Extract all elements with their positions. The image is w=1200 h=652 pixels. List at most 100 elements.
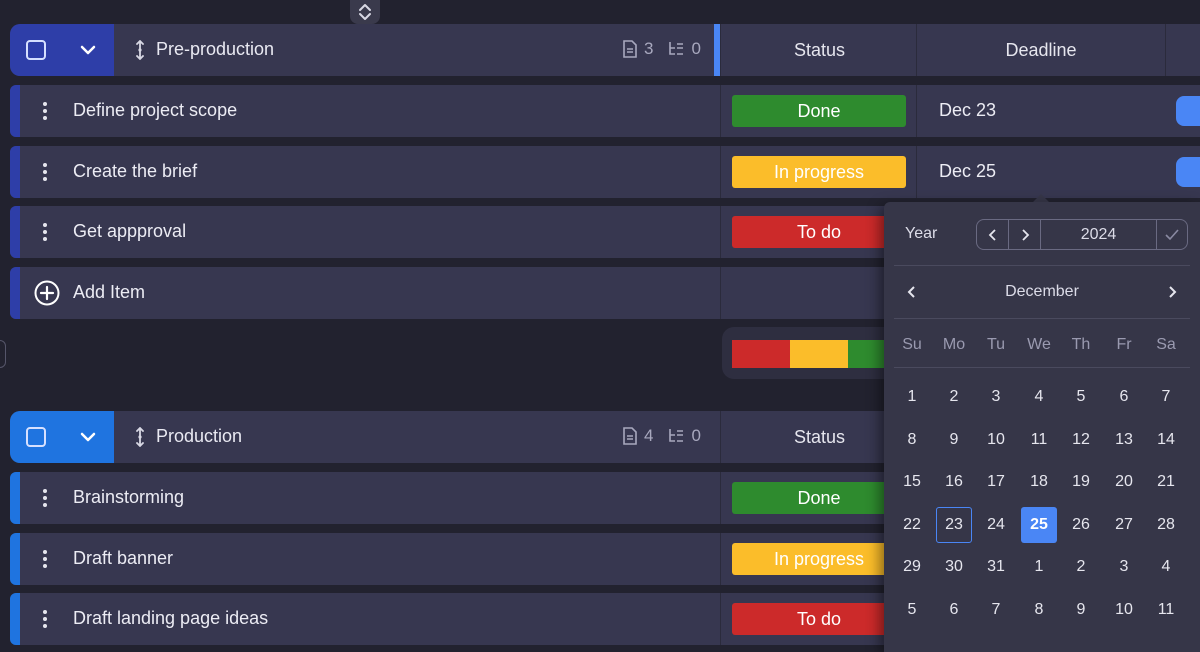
status-cell[interactable]: In progress: [720, 146, 918, 198]
deadline-cell[interactable]: Dec 25: [916, 146, 1166, 198]
calendar-day[interactable]: 12: [1063, 422, 1099, 458]
status-cell[interactable]: Done: [720, 85, 918, 137]
prev-year-button[interactable]: [977, 220, 1009, 249]
group-title[interactable]: Pre-production: [156, 39, 274, 60]
kebab-menu-icon[interactable]: [42, 222, 48, 242]
calendar-day[interactable]: 18: [1021, 464, 1057, 500]
calendar-day[interactable]: 26: [1063, 507, 1099, 543]
calendar-day[interactable]: 11: [1148, 592, 1184, 628]
calendar-day[interactable]: 5: [894, 592, 930, 628]
calendar-day[interactable]: 9: [1063, 592, 1099, 628]
calendar-day[interactable]: 30: [936, 549, 972, 585]
next-column-tab[interactable]: [1176, 96, 1200, 126]
calendar-day[interactable]: 21: [1148, 464, 1184, 500]
calendar-day[interactable]: 28: [1148, 507, 1184, 543]
calendar-day[interactable]: 17: [978, 464, 1014, 500]
group-select-checkbox[interactable]: [26, 40, 46, 60]
calendar-day[interactable]: 25: [1021, 507, 1057, 543]
month-title: December: [1005, 283, 1079, 300]
item-name[interactable]: Draft banner: [73, 548, 173, 569]
calendar-day[interactable]: 19: [1063, 464, 1099, 500]
plus-circle-icon[interactable]: [34, 280, 60, 306]
calendar-day[interactable]: 1: [894, 379, 930, 415]
deadline-cell[interactable]: Dec 23: [916, 85, 1166, 137]
next-year-button[interactable]: [1009, 220, 1041, 249]
calendar-day[interactable]: 7: [1148, 379, 1184, 415]
item-name[interactable]: Define project scope: [73, 100, 237, 121]
status-column-header[interactable]: Status: [720, 24, 918, 76]
weekday-label: Fr: [1116, 336, 1132, 353]
calendar-day[interactable]: 9: [936, 422, 972, 458]
calendar-day[interactable]: 3: [1106, 549, 1142, 585]
calendar-day[interactable]: 3: [978, 379, 1014, 415]
item-name[interactable]: Create the brief: [73, 161, 197, 182]
calendar-day[interactable]: 20: [1106, 464, 1142, 500]
weekday-label: Tu: [986, 336, 1006, 353]
side-handle[interactable]: [0, 340, 6, 368]
calendar-day[interactable]: 7: [978, 592, 1014, 628]
group-select-checkbox[interactable]: [26, 427, 46, 447]
confirm-year-button[interactable]: [1157, 220, 1187, 249]
group-counts: 3 0: [622, 39, 701, 59]
year-input[interactable]: 2024: [1041, 220, 1157, 249]
calendar-day[interactable]: 27: [1106, 507, 1142, 543]
calendar-day[interactable]: 16: [936, 464, 972, 500]
calendar-day[interactable]: 14: [1148, 422, 1184, 458]
weekday-label: Th: [1071, 336, 1091, 353]
status-badge[interactable]: To do: [732, 216, 906, 248]
calendar-day[interactable]: 2: [1063, 549, 1099, 585]
item-name[interactable]: Brainstorming: [73, 487, 184, 508]
chevron-down-icon[interactable]: [76, 38, 100, 62]
calendar-day[interactable]: 15: [894, 464, 930, 500]
drag-handle-icon[interactable]: [134, 40, 146, 60]
status-badge[interactable]: Done: [732, 95, 906, 127]
deadline-column-header[interactable]: Deadline: [916, 24, 1166, 76]
kebab-menu-icon[interactable]: [42, 549, 48, 569]
add-item-label[interactable]: Add Item: [73, 282, 145, 303]
calendar-day[interactable]: 4: [1021, 379, 1057, 415]
group-header-pre-production: Pre-production 3 0 Status Deadline: [10, 24, 1200, 76]
expand-collapse-all-button[interactable]: [350, 0, 380, 24]
calendar-day[interactable]: 8: [894, 422, 930, 458]
chevron-right-icon[interactable]: [1164, 282, 1180, 302]
kebab-menu-icon[interactable]: [42, 162, 48, 182]
calendar-day[interactable]: 31: [978, 549, 1014, 585]
calendar-day[interactable]: 23: [936, 507, 972, 543]
kebab-menu-icon[interactable]: [42, 488, 48, 508]
status-badge[interactable]: To do: [732, 603, 906, 635]
group-title[interactable]: Production: [156, 426, 242, 447]
table-row[interactable]: Define project scope Done Dec 23: [10, 85, 1200, 137]
calendar-day[interactable]: 2: [936, 379, 972, 415]
status-badge[interactable]: Done: [732, 482, 906, 514]
year-control: 2024: [976, 219, 1188, 250]
calendar-day[interactable]: 10: [978, 422, 1014, 458]
calendar-day[interactable]: 1: [1021, 549, 1057, 585]
calendar-day[interactable]: 5: [1063, 379, 1099, 415]
chevron-down-icon[interactable]: [76, 425, 100, 449]
calendar-day[interactable]: 6: [1106, 379, 1142, 415]
item-name[interactable]: Get appproval: [73, 221, 186, 242]
table-row[interactable]: Create the brief In progress Dec 25: [10, 146, 1200, 198]
next-column-tab[interactable]: [1176, 157, 1200, 187]
drag-handle-icon[interactable]: [134, 427, 146, 447]
calendar-day[interactable]: 10: [1106, 592, 1142, 628]
summary-segment: [732, 340, 790, 368]
calendar-day[interactable]: 4: [1148, 549, 1184, 585]
calendar-day[interactable]: 11: [1021, 422, 1057, 458]
group-controls: [10, 24, 114, 76]
calendar-day[interactable]: 8: [1021, 592, 1057, 628]
status-badge[interactable]: In progress: [732, 543, 906, 575]
row-accent: [10, 472, 20, 524]
group-counts: 4 0: [622, 426, 701, 446]
kebab-menu-icon[interactable]: [42, 609, 48, 629]
calendar-day[interactable]: 6: [936, 592, 972, 628]
status-badge[interactable]: In progress: [732, 156, 906, 188]
kebab-menu-icon[interactable]: [42, 101, 48, 121]
calendar-day[interactable]: 29: [894, 549, 930, 585]
calendar-day[interactable]: 24: [978, 507, 1014, 543]
item-name[interactable]: Draft landing page ideas: [73, 608, 268, 629]
calendar-day[interactable]: 22: [894, 507, 930, 543]
calendar-day[interactable]: 13: [1106, 422, 1142, 458]
doc-count: 3: [644, 39, 654, 58]
status-summary-bar: [732, 340, 906, 368]
